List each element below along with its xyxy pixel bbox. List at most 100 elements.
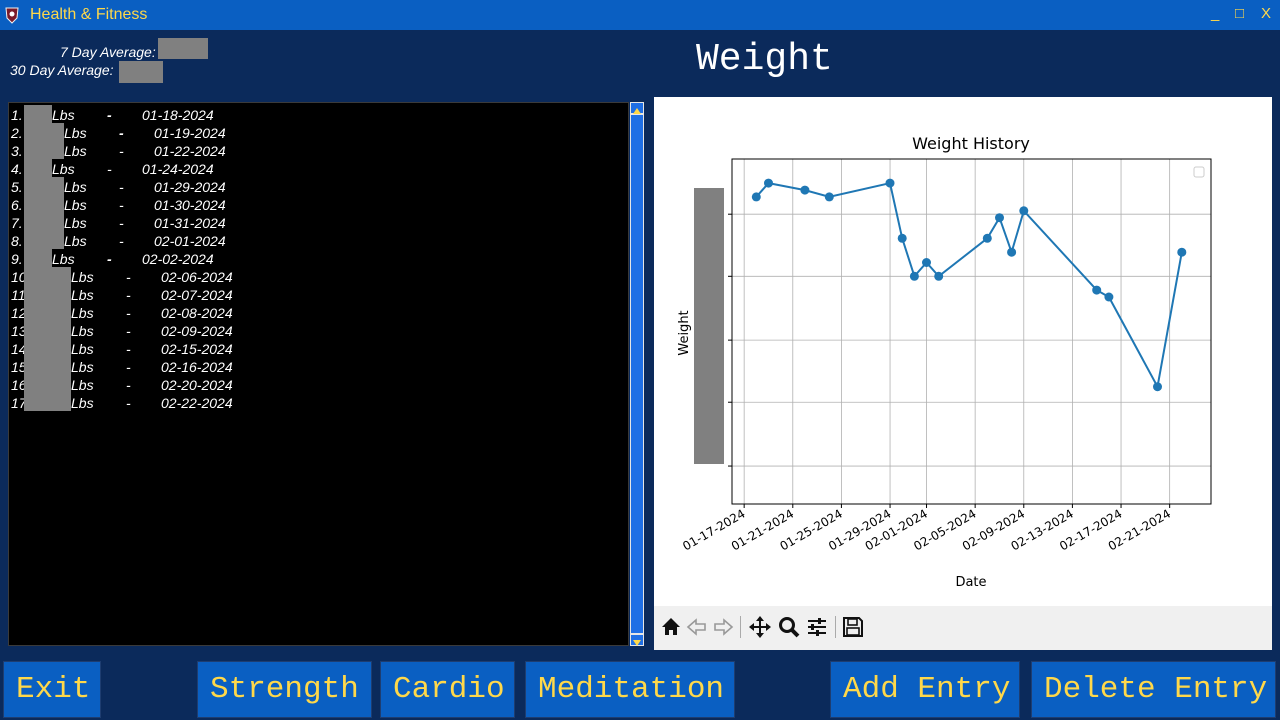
list-item[interactable]: 16 Lbs -02-20-2024 xyxy=(9,375,609,393)
weight-value-redacted xyxy=(24,321,71,339)
entry-date: 01-29-2024 xyxy=(154,179,226,195)
list-item[interactable]: 4. Lbs - 01-24-2024 xyxy=(9,159,609,177)
data-point xyxy=(922,258,931,267)
entry-number: 3. xyxy=(11,143,23,159)
entry-separator: - xyxy=(107,251,112,267)
entry-date: 01-30-2024 xyxy=(154,197,226,213)
list-item[interactable]: 14 Lbs -02-15-2024 xyxy=(9,339,609,357)
list-item[interactable]: 2. Lbs - 01-19-2024 xyxy=(9,123,609,141)
list-item[interactable]: 10 Lbs -02-06-2024 xyxy=(9,267,609,285)
list-item[interactable]: 12 Lbs -02-08-2024 xyxy=(9,303,609,321)
data-point xyxy=(982,233,992,243)
weight-value-redacted xyxy=(24,177,64,195)
entry-separator: - xyxy=(126,287,131,303)
data-point xyxy=(995,213,1004,223)
weight-unit: Lbs xyxy=(71,341,94,357)
entry-separator: - xyxy=(107,161,112,177)
list-item[interactable]: 17 Lbs -02-22-2024 xyxy=(9,393,609,411)
list-item[interactable]: 5. Lbs - 01-29-2024 xyxy=(9,177,609,195)
weight-unit: Lbs xyxy=(71,323,94,339)
data-point xyxy=(824,192,834,202)
entry-date: 01-24-2024 xyxy=(142,161,214,177)
entry-date: 02-22-2024 xyxy=(161,395,233,411)
weight-unit: Lbs xyxy=(64,179,87,195)
seven-day-average-value xyxy=(158,38,208,59)
thirty-day-average-label: 30 Day Average: xyxy=(10,62,114,78)
weight-history-chart: 01-17-202401-21-202401-25-202401-29-2024… xyxy=(677,134,1212,590)
thirty-day-average-value xyxy=(119,61,163,83)
close-button[interactable]: X xyxy=(1261,5,1271,22)
weight-value-redacted xyxy=(24,123,64,141)
weight-value-redacted xyxy=(24,339,71,357)
entry-date: 02-09-2024 xyxy=(161,323,233,339)
weight-unit: Lbs xyxy=(52,251,75,267)
weight-entry-list[interactable]: 1. Lbs -01-18-2024 2. Lbs -01-19-2024 3. Lbs -01… xyxy=(8,102,629,646)
list-item[interactable]: 1. Lbs - 01-18-2024 xyxy=(9,105,609,123)
entry-separator: - xyxy=(119,143,124,159)
add-entry-button[interactable]: Add Entry xyxy=(830,661,1020,718)
delete-entry-button[interactable]: Delete Entry xyxy=(1031,661,1276,718)
home-icon[interactable] xyxy=(658,614,684,640)
entry-separator: - xyxy=(126,341,131,357)
entry-number: 9. xyxy=(11,251,23,267)
back-icon[interactable] xyxy=(684,614,710,640)
entry-date: 02-07-2024 xyxy=(161,287,233,303)
entry-separator: - xyxy=(119,197,124,213)
weight-unit: Lbs xyxy=(71,359,94,375)
data-point xyxy=(1153,382,1162,392)
strength-button[interactable]: Strength xyxy=(197,661,372,718)
list-scrollbar[interactable] xyxy=(630,102,644,646)
meditation-button[interactable]: Meditation xyxy=(525,661,735,718)
series-line xyxy=(755,181,1183,390)
list-item[interactable]: 9. Lbs - 02-02-2024 xyxy=(9,249,609,267)
weight-value-redacted xyxy=(24,375,71,393)
weight-unit: Lbs xyxy=(71,377,94,393)
minimize-button[interactable]: _ xyxy=(1211,5,1219,22)
entry-separator: - xyxy=(126,359,131,375)
plot-frame xyxy=(731,158,1212,505)
list-item[interactable]: 6. Lbs - 01-30-2024 xyxy=(9,195,609,213)
maximize-button[interactable]: □ xyxy=(1235,5,1244,22)
title-bar: Health & Fitness _ □ X xyxy=(0,0,1280,30)
entry-date: 02-01-2024 xyxy=(154,233,226,249)
weight-unit: Lbs xyxy=(64,233,87,249)
list-item[interactable]: 11 Lbs -02-07-2024 xyxy=(9,285,609,303)
weight-unit: Lbs xyxy=(64,143,87,159)
save-icon[interactable] xyxy=(840,614,866,640)
zoom-icon[interactable] xyxy=(776,614,802,640)
scroll-thumb[interactable] xyxy=(631,115,643,633)
x-axis-label: Date xyxy=(955,575,986,590)
forward-icon[interactable] xyxy=(710,614,736,640)
cardio-button[interactable]: Cardio xyxy=(380,661,515,718)
entry-separator: - xyxy=(126,323,131,339)
scroll-down-arrow[interactable] xyxy=(631,635,643,646)
entry-separator: - xyxy=(126,395,131,411)
pan-icon[interactable] xyxy=(747,614,773,640)
list-item[interactable]: 3. Lbs - 01-22-2024 xyxy=(9,141,609,159)
list-item[interactable]: 8. Lbs - 02-01-2024 xyxy=(9,231,609,249)
weight-value-redacted xyxy=(24,141,64,159)
entry-date: 02-06-2024 xyxy=(161,269,233,285)
weight-unit: Lbs xyxy=(71,269,94,285)
list-item[interactable]: 13 Lbs -02-09-2024 xyxy=(9,321,609,339)
entry-separator: - xyxy=(107,107,112,123)
data-point xyxy=(764,178,773,188)
seven-day-average-label: 7 Day Average: xyxy=(60,44,156,60)
configure-subplots-icon[interactable] xyxy=(804,614,830,640)
scroll-up-arrow[interactable] xyxy=(631,103,643,114)
weight-value-redacted xyxy=(24,303,71,321)
weight-unit: Lbs xyxy=(71,305,94,321)
weight-value-redacted xyxy=(24,357,71,375)
weight-value-redacted xyxy=(24,159,52,177)
entry-date: 02-20-2024 xyxy=(161,377,233,393)
weight-unit: Lbs xyxy=(64,197,87,213)
weight-value-redacted xyxy=(24,105,52,123)
entry-number: 4. xyxy=(11,161,23,177)
list-item[interactable]: 7. Lbs - 01-31-2024 xyxy=(9,213,609,231)
list-item[interactable]: 15 Lbs -02-16-2024 xyxy=(9,357,609,375)
entry-separator: - xyxy=(119,215,124,231)
data-point xyxy=(1019,206,1029,216)
exit-button[interactable]: Exit xyxy=(3,661,101,718)
weight-unit: Lbs xyxy=(52,161,75,177)
window-title: Health & Fitness xyxy=(30,6,148,23)
